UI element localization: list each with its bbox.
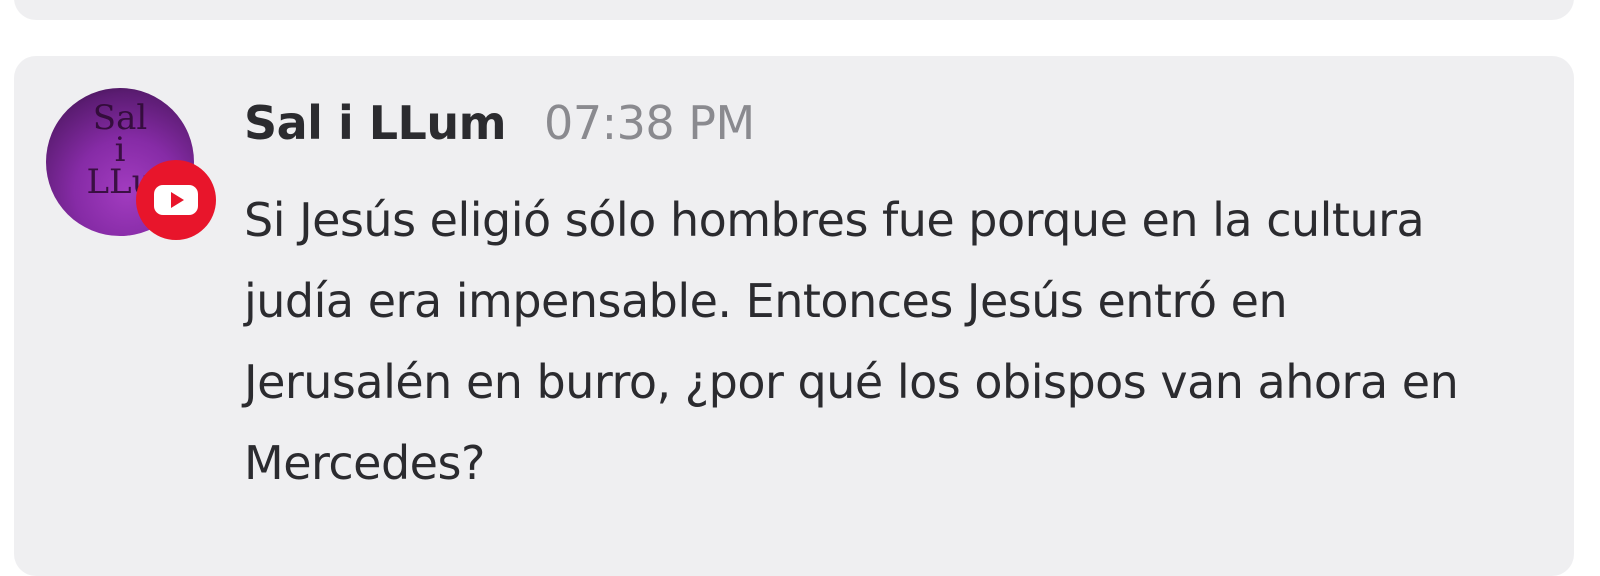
message-text: Si Jesús eligió sólo hombres fue porque … [244, 193, 1459, 490]
author-name[interactable]: Sal i LLum [244, 96, 507, 150]
chat-message: Sal i LLu Sal i LLum 07:38 PM Si Jesús e… [14, 56, 1574, 576]
message-content: Sal i LLum 07:38 PM Si Jesús eligió sólo… [244, 96, 1544, 504]
previous-message-card [14, 0, 1574, 20]
youtube-icon [136, 160, 216, 240]
message-timestamp: 07:38 PM [544, 96, 755, 150]
author-avatar-container[interactable]: Sal i LLu [46, 88, 216, 240]
message-header: Sal i LLum 07:38 PM [244, 96, 1544, 166]
